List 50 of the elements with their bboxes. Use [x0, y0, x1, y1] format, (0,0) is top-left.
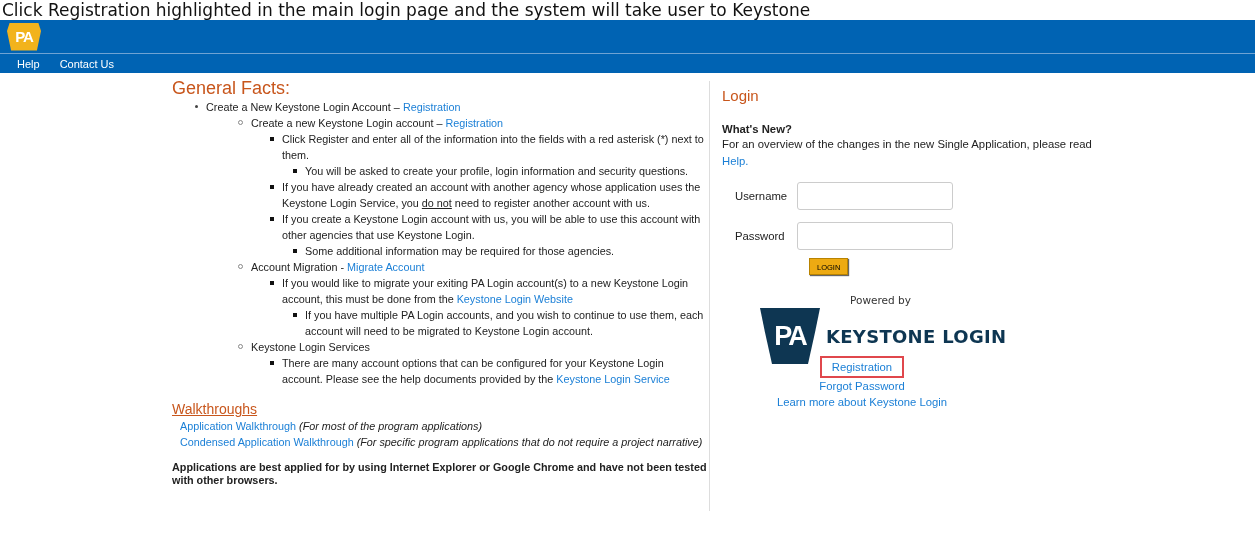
text-link[interactable]: Condensed Application Walkthrough	[180, 436, 354, 448]
list-bullet-icon	[270, 281, 274, 285]
list-item-text: Click Register and enter all of the information into the fields with a red asterisk (*) next to them.	[282, 132, 705, 163]
text-link[interactable]: Registration	[402, 101, 461, 113]
browser-note: Applications are best applied for by using Internet Explorer or Google Chrome and have not been tested with other browsers.	[172, 461, 707, 487]
text-link[interactable]: Registration	[445, 117, 504, 129]
text-link[interactable]: Migrate Account	[347, 261, 425, 273]
list-item-text: Some additional information may be required for those agencies.	[305, 244, 615, 259]
caption-text: Click Registration highlighted in the main login page and the system will take user to Keystone	[1, 0, 812, 20]
powered-by-text: Powered by	[850, 294, 911, 306]
list-bullet-icon	[270, 361, 274, 365]
list-bullet-icon	[270, 137, 274, 141]
section-link[interactable]: Walkthroughs	[172, 400, 258, 418]
list-bullet-icon	[293, 169, 297, 173]
list-item-text: You will be asked to create your profile, login information and security questions.	[305, 164, 689, 179]
walkthrough-text: Application Walkthrough (For most of the program applications)	[179, 419, 484, 434]
walkthrough-text: Condensed Application Walkthrough (For specific program applications that do not require a project narrative)	[179, 435, 704, 450]
text-link[interactable]: Application Walkthrough	[180, 420, 297, 432]
input-field[interactable]	[797, 182, 953, 210]
list-item-text: Create a New Keystone Login Account – Registration	[206, 100, 461, 115]
list-item-text: There are many account options that can be configured for your Keystone Login account. Please see the help documents provided by the Keystone Login Service	[282, 356, 671, 387]
text-link[interactable]: Learn more about Keystone Login	[768, 394, 956, 410]
list-item-text: If you have multiple PA Login accounts, and you wish to continue to use them, each account will need to be migrated to Keystone Login account.	[305, 308, 705, 339]
text-link[interactable]: Forgot Password	[811, 378, 913, 394]
text-link[interactable]: Registration	[821, 358, 903, 376]
help-link[interactable]: Help.	[722, 155, 749, 167]
list-bullet-icon	[195, 105, 198, 108]
list-bullet-icon	[270, 217, 274, 221]
logo-text: KEYSTONE LOGIN	[826, 325, 1007, 347]
nav-link[interactable]: Help	[17, 57, 40, 70]
list-bullet-icon	[293, 313, 297, 317]
field-label: Password	[735, 230, 786, 242]
list-item-text: Account Migration - Migrate Account	[251, 260, 425, 275]
text-link[interactable]: Keystone Login Service	[556, 373, 670, 385]
text-link[interactable]: Keystone Login Website	[456, 293, 573, 305]
list-item-text: If you create a Keystone Login account with us, you will be able to use this account with other agencies that use Keystone Login.	[282, 212, 702, 243]
nav-link[interactable]: Contact Us	[59, 57, 115, 70]
input-field[interactable]	[797, 222, 953, 250]
list-item-text: Create a new Keystone Login account – Registration	[251, 116, 504, 131]
list-bullet-icon	[270, 185, 274, 189]
whats-new-text: For an overview of the changes in the new Single Application, please read Help.	[722, 137, 1093, 169]
list-bullet-icon	[293, 249, 297, 253]
list-item-text: If you have already created an account with another agency whose application uses the Keystone Login Service, you do not need to register another account with us.	[282, 180, 702, 211]
list-item-text: If you would like to migrate your exiting PA Login account(s) to a new Keystone Login account, this must be done from the Keystone Login Website	[282, 276, 690, 307]
section-title: General Facts:	[172, 77, 291, 99]
logo-mark: PA	[760, 308, 820, 364]
panel-title: Login	[722, 86, 759, 106]
whats-new-heading: What's New?	[722, 122, 793, 136]
field-label: Username	[735, 190, 789, 202]
list-item-text: Keystone Login Services	[251, 340, 370, 355]
